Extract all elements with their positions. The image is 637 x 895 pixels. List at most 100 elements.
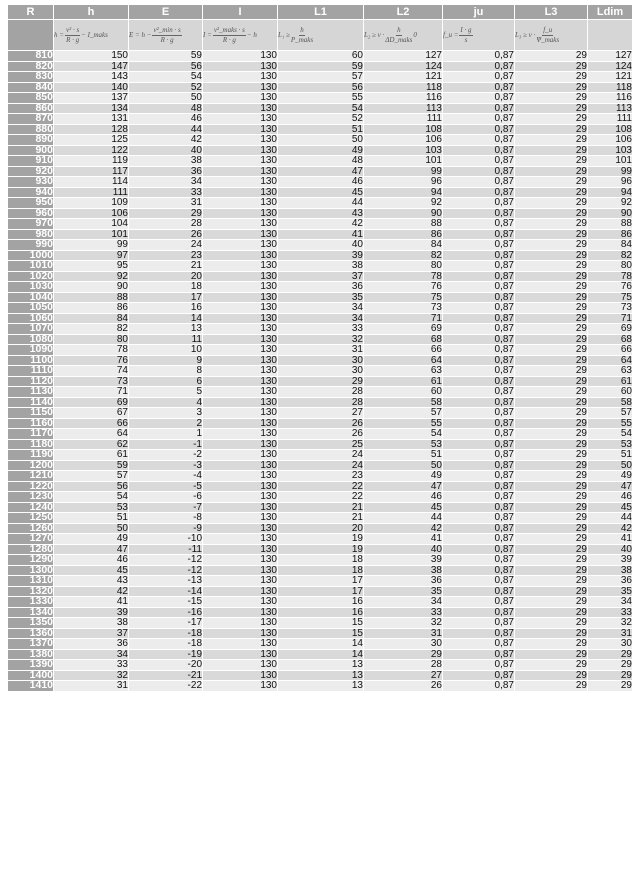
cell-l3: 29 [515,355,587,365]
cell-ju: 0,87 [443,313,514,323]
cell-e: -1 [129,439,202,449]
cell-l2: 63 [364,366,442,376]
cell-ldim: 45 [588,502,632,512]
cell-ldim: 29 [588,649,632,659]
cell-h: 67 [54,408,128,418]
cell-i: 130 [203,355,277,365]
cell-h: 140 [54,82,128,92]
cell-h: 92 [54,271,128,281]
formula-lhs: L₂ ≥ v · [364,31,385,39]
cell-l1: 18 [278,565,363,575]
cell-l2: 113 [364,103,442,113]
cell-i: 130 [203,628,277,638]
cell-h: 104 [54,219,128,229]
column-header-e: E [129,5,202,19]
cell-l1: 19 [278,544,363,554]
cell-ldim: 99 [588,166,632,176]
table-row: 1380 34 -19 130 14 29 0,87 29 29 [8,649,632,659]
cell-l3: 29 [515,51,587,61]
cell-l2: 84 [364,240,442,250]
cell-l3: 29 [515,240,587,250]
cell-l1: 18 [278,555,363,565]
cell-ldim: 32 [588,618,632,628]
cell-ldim: 75 [588,292,632,302]
cell-l3: 29 [515,649,587,659]
cell-ldim: 101 [588,156,632,166]
formula-lhs: I = [203,31,212,39]
cell-l3: 29 [515,303,587,313]
cell-ju: 0,87 [443,240,514,250]
cell-e: 46 [129,114,202,124]
cell-l2: 42 [364,523,442,533]
cell-l3: 29 [515,61,587,71]
cell-l3: 29 [515,334,587,344]
formula-fraction: h ΔD_maks [385,26,412,45]
cell-ju: 0,87 [443,324,514,334]
cell-l3: 29 [515,450,587,460]
table-row: 1170 64 1 130 26 54 0,87 29 54 [8,429,632,439]
cell-r: 930 [8,177,53,187]
cell-h: 88 [54,292,128,302]
cell-l2: 47 [364,481,442,491]
cell-r: 1170 [8,429,53,439]
cell-e: 21 [129,261,202,271]
table-row: 1230 54 -6 130 22 46 0,87 29 46 [8,492,632,502]
cell-h: 90 [54,282,128,292]
cell-l2: 108 [364,124,442,134]
cell-l1: 56 [278,82,363,92]
cell-h: 49 [54,534,128,544]
formula-l1: L₁ ≥ h P_maks [278,20,363,50]
cell-l2: 66 [364,345,442,355]
formula-fraction: v²_min · sR · g [152,26,182,45]
column-header-i: I [203,5,277,19]
cell-l2: 111 [364,114,442,124]
cell-l3: 29 [515,208,587,218]
cell-h: 34 [54,649,128,659]
cell-l1: 13 [278,681,363,691]
cell-e: 18 [129,282,202,292]
cell-ju: 0,87 [443,618,514,628]
cell-e: -21 [129,670,202,680]
cell-i: 130 [203,534,277,544]
cell-r: 880 [8,124,53,134]
cell-l1: 19 [278,534,363,544]
cell-h: 37 [54,628,128,638]
cell-i: 130 [203,261,277,271]
cell-i: 130 [203,555,277,565]
table-row: 1130 71 5 130 28 60 0,87 29 60 [8,387,632,397]
cell-h: 36 [54,639,128,649]
table-row: 1080 80 11 130 32 68 0,87 29 68 [8,334,632,344]
cell-l3: 29 [515,219,587,229]
cell-h: 64 [54,429,128,439]
cell-r: 1340 [8,607,53,617]
table-row: 950 109 31 130 44 92 0,87 29 92 [8,198,632,208]
cell-e: -12 [129,565,202,575]
cell-e: 38 [129,156,202,166]
cell-ju: 0,87 [443,303,514,313]
cell-i: 130 [203,565,277,575]
cell-e: 2 [129,418,202,428]
cell-h: 39 [54,607,128,617]
cell-i: 130 [203,408,277,418]
cell-l2: 45 [364,502,442,512]
cell-ju: 0,87 [443,103,514,113]
cell-e: 44 [129,124,202,134]
cell-ldim: 121 [588,72,632,82]
cell-r: 1160 [8,418,53,428]
cell-e: 16 [129,303,202,313]
cell-l1: 59 [278,61,363,71]
table-row: 1400 32 -21 130 13 27 0,87 29 29 [8,670,632,680]
cell-l1: 31 [278,345,363,355]
cell-l2: 127 [364,51,442,61]
cell-l3: 29 [515,607,587,617]
cell-l2: 76 [364,282,442,292]
cell-h: 150 [54,51,128,61]
cell-l3: 29 [515,628,587,638]
cell-ldim: 84 [588,240,632,250]
cell-l1: 16 [278,607,363,617]
cell-l2: 53 [364,439,442,449]
cell-r: 850 [8,93,53,103]
formula-fraction: v² · sR · g [64,26,81,45]
cell-ldim: 94 [588,187,632,197]
cell-l3: 29 [515,565,587,575]
